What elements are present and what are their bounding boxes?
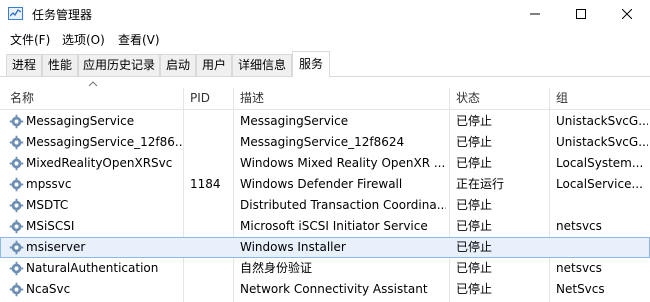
service-group: netsvcs [556,261,602,275]
tab-startup[interactable]: 启动 [160,54,196,76]
close-button[interactable] [604,0,650,28]
service-status: 已停止 [456,219,493,233]
tab-performance[interactable]: 性能 [42,54,78,76]
table-row[interactable]: NaturalAuthentication 自然身份验证 已停止 netsvcs [0,258,650,279]
service-description: MessagingService [240,114,349,128]
table-row[interactable]: msiserver Windows Installer 已停止 [0,237,650,258]
column-name[interactable]: 名称 [10,88,34,109]
service-gear-icon [9,219,24,234]
service-pid [190,195,230,216]
service-name: msiserver [26,240,86,254]
task-manager-icon [8,7,23,20]
menu-options[interactable]: 选项(O) [62,31,105,48]
service-description: Microsoft iSCSI Initiator Service [240,219,428,233]
column-pid[interactable]: PID [190,88,210,109]
service-description: Distributed Transaction Coordina... [240,198,446,212]
service-status: 已停止 [456,282,493,296]
table-row[interactable]: MessagingService MessagingService 已停止 Unist… [0,111,650,132]
service-status: 正在运行 [456,177,505,191]
service-name: mpssvc [26,177,72,191]
service-group: UnistackSvcG... [556,114,648,128]
service-name: MSiSCSI [26,219,75,233]
service-name: MixedRealityOpenXRSvc [26,156,173,170]
service-name: MessagingService_12f86... [26,135,182,149]
service-pid [190,279,230,300]
service-name: NaturalAuthentication [26,261,159,275]
service-description: Windows Installer [240,240,346,254]
column-group[interactable]: 组 [556,88,568,109]
service-group: netsvcs [556,219,602,233]
maximize-icon [576,9,586,19]
service-status: 已停止 [456,240,493,254]
menu-bar: 文件(F) 选项(O) 查看(V) [0,28,650,50]
table-row[interactable]: MSiSCSI Microsoft iSCSI Initiator Service… [0,216,650,237]
tab-services[interactable]: 服务 [292,51,330,77]
menu-file[interactable]: 文件(F) [10,31,50,48]
service-status: 已停止 [456,198,493,212]
menu-view[interactable]: 查看(V) [118,31,160,48]
column-status[interactable]: 状态 [456,88,480,109]
service-status: 已停止 [456,261,493,275]
title-bar: 任务管理器 [0,0,650,28]
table-row[interactable]: mpssvc 1184 Windows Defender Firewall 正在运行 L… [0,174,650,195]
service-status: 已停止 [456,135,493,149]
service-group [556,195,648,216]
window-title: 任务管理器 [32,8,93,22]
column-description[interactable]: 描述 [240,88,264,109]
service-description: Network Connectivity Assistant [240,282,428,296]
service-pid [190,258,230,279]
service-pid [190,111,230,132]
service-group: LocalService... [556,177,643,191]
service-pid [190,237,230,258]
service-pid [190,153,230,174]
minimize-button[interactable] [512,0,558,28]
service-status: 已停止 [456,114,493,128]
service-name: NcaSvc [26,282,71,296]
service-group: NetSvcs [556,282,605,296]
tab-app-history[interactable]: 应用历史记录 [78,54,160,76]
column-header: 名称 PID 描述 状态 组 [0,88,650,110]
tab-bar: 进程 性能 应用历史记录 启动 用户 详细信息 服务 [0,50,650,77]
service-group: LocalSystem... [556,156,644,170]
service-status: 已停止 [456,156,493,170]
sort-ascending-icon [88,81,98,87]
maximize-button[interactable] [558,0,604,28]
service-group [556,237,648,258]
table-row[interactable]: NcaSvc Network Connectivity Assistant 已停止 N… [0,279,650,300]
service-pid [190,216,230,237]
tab-details[interactable]: 详细信息 [232,54,292,76]
service-gear-icon [9,282,24,297]
service-gear-icon [9,135,24,150]
service-gear-icon [9,114,24,129]
service-description: Windows Defender Firewall [240,177,403,191]
minimize-icon [530,13,540,15]
service-group: UnistackSvcG... [556,135,648,149]
service-name: MSDTC [26,198,69,212]
service-name: MessagingService [26,114,135,128]
service-description: MessagingService_12f8624 [240,135,405,149]
service-description: 自然身份验证 [240,261,313,275]
service-gear-icon [9,156,24,171]
service-gear-icon [9,240,24,255]
service-description: Windows Mixed Reality OpenXR ... [240,156,446,170]
tab-users[interactable]: 用户 [196,54,232,76]
table-row[interactable]: MSDTC Distributed Transaction Coordina...… [0,195,650,216]
service-gear-icon [9,177,24,192]
close-icon [622,9,632,19]
service-pid: 1184 [190,177,221,191]
table-row[interactable]: MixedRealityOpenXRSvc Windows Mixed Reali… [0,153,650,174]
service-gear-icon [9,198,24,213]
table-row[interactable]: MessagingService_12f86... MessagingServic… [0,132,650,153]
service-pid [190,132,230,153]
service-gear-icon [9,261,24,276]
tab-processes[interactable]: 进程 [6,54,42,76]
